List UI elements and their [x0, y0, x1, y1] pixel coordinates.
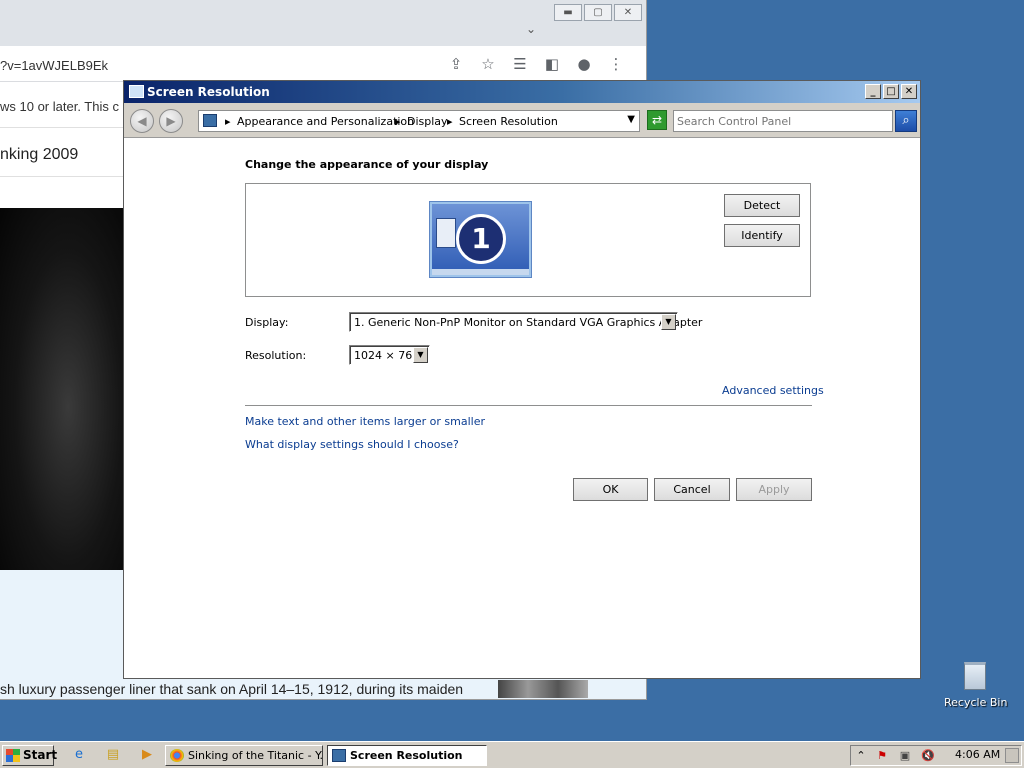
control-panel-icon [203, 114, 217, 127]
resolution-label: Resolution: [245, 349, 307, 362]
identify-button[interactable]: Identify [724, 224, 800, 247]
volume-muted-icon[interactable]: 🔇 [921, 748, 935, 763]
breadcrumb[interactable]: ▸ Appearance and Personalization ▸ Displ… [198, 110, 640, 132]
display-preview: 1 Detect Identify [245, 183, 811, 297]
infobar-text: ws 10 or later. This c [0, 99, 119, 114]
browser-url[interactable]: ?v=1avWJELB9Ek [0, 58, 108, 73]
window-titlebar[interactable]: Screen Resolution _ □ ✕ [124, 81, 920, 103]
taskbar: Start e ▤ ▶ Sinking of the Titanic - Y..… [0, 741, 1024, 768]
display-select[interactable]: 1. Generic Non-PnP Monitor on Standard V… [349, 312, 702, 332]
chevron-down-icon[interactable]: ▼ [627, 114, 635, 125]
resolution-select-value: 1024 × 768 [354, 349, 420, 362]
explorer-folder-icon[interactable]: ▤ [104, 747, 122, 763]
show-desktop-button[interactable] [1005, 748, 1019, 763]
screen-resolution-window: Screen Resolution _ □ ✕ ◀ ▶ ▸ Appearance… [123, 80, 921, 679]
monitor-taskbar-glyph [432, 269, 529, 275]
article-caption: sh luxury passenger liner that sank on A… [0, 681, 464, 697]
breadcrumb-separator[interactable]: ▸ [447, 115, 453, 128]
back-button[interactable]: ◀ [130, 109, 154, 133]
share-icon[interactable]: ⇪ [440, 55, 472, 73]
browser-maximize-button[interactable]: ▢ [584, 4, 612, 21]
detect-button[interactable]: Detect [724, 194, 800, 217]
chevron-down-icon[interactable]: ▼ [661, 314, 676, 330]
browser-tabstrip: ▬ ▢ ✕ ⌄ [0, 0, 646, 46]
video-title[interactable]: nking 2009 [0, 146, 78, 164]
breadcrumb-separator[interactable]: ▸ [225, 115, 231, 128]
ok-button[interactable]: OK [573, 478, 648, 501]
breadcrumb-item-appearance[interactable]: Appearance and Personalization [237, 115, 414, 128]
monitor-number: 1 [456, 214, 506, 264]
forward-button[interactable]: ▶ [159, 109, 183, 133]
chevron-up-icon[interactable]: ⌃ [854, 748, 868, 763]
media-player-icon[interactable]: ▶ [138, 747, 156, 763]
divider [245, 405, 812, 406]
browser-window-controls: ▬ ▢ ✕ [552, 4, 642, 21]
start-label: Start [23, 748, 58, 762]
media-queue-icon[interactable]: ☰ [504, 55, 536, 73]
monitor-icon[interactable]: 1 [430, 202, 531, 277]
breadcrumb-item-screen-resolution[interactable]: Screen Resolution [459, 115, 558, 128]
taskbar-item-label: Screen Resolution [350, 749, 463, 762]
more-menu-icon[interactable]: ⋮ [600, 55, 632, 73]
display-help-link[interactable]: What display settings should I choose? [245, 438, 459, 451]
video-player[interactable] [0, 208, 124, 570]
control-panel-icon [129, 85, 144, 98]
action-center-icon[interactable]: ⚑ [875, 748, 889, 763]
breadcrumb-item-display[interactable]: Display [407, 115, 448, 128]
recycle-bin-label: Recycle Bin [944, 696, 1008, 709]
maximize-button[interactable]: □ [883, 84, 899, 99]
taskbar-item-browser[interactable]: Sinking of the Titanic - Y... [165, 745, 323, 766]
search-field[interactable] [673, 110, 893, 132]
start-button[interactable]: Start [2, 745, 58, 766]
profile-avatar-icon[interactable]: ● [568, 55, 600, 73]
system-tray: ⌃ ⚑ ▣ 🔇 4:06 AM [850, 745, 1022, 766]
chevron-down-icon[interactable]: ⌄ [526, 22, 536, 36]
trash-icon [964, 662, 986, 690]
window-title: Screen Resolution [147, 85, 270, 99]
text-size-link[interactable]: Make text and other items larger or smal… [245, 415, 485, 428]
advanced-settings-link[interactable]: Advanced settings [722, 384, 824, 397]
window-controls: _ □ ✕ [863, 84, 917, 99]
close-button[interactable]: ✕ [901, 84, 917, 99]
resolution-select[interactable]: 1024 × 768 ▼ [349, 345, 430, 365]
search-icon[interactable]: ⌕ [895, 110, 917, 132]
article-thumbnail[interactable] [498, 680, 588, 698]
taskbar-item-label: Sinking of the Titanic - Y... [188, 749, 323, 762]
network-icon[interactable]: ▣ [898, 748, 912, 763]
chrome-icon [170, 749, 184, 762]
apply-button[interactable]: Apply [736, 478, 812, 501]
search-input[interactable] [677, 113, 891, 129]
clock[interactable]: 4:06 AM [955, 748, 1000, 761]
browser-close-button[interactable]: ✕ [614, 4, 642, 21]
side-panel-icon[interactable]: ◧ [536, 55, 568, 73]
divider [0, 176, 124, 177]
refresh-icon[interactable]: ⇄ [647, 110, 667, 130]
browser-omnibox[interactable]: ?v=1avWJELB9Ek ⇪ ☆ ☰ ◧ ● ⋮ [0, 46, 646, 82]
recycle-bin-icon[interactable]: Recycle Bin [944, 660, 1008, 709]
bookmark-star-icon[interactable]: ☆ [472, 55, 504, 73]
browser-minimize-button[interactable]: ▬ [554, 4, 582, 21]
browser-toolbar: ⇪ ☆ ☰ ◧ ● ⋮ [440, 55, 632, 73]
internet-explorer-icon[interactable]: e [70, 747, 88, 763]
windows-logo-icon [6, 749, 20, 762]
address-bar: ◀ ▶ ▸ Appearance and Personalization ▸ D… [124, 103, 920, 138]
monitor-window-glyph [436, 218, 456, 248]
display-select-value: 1. Generic Non-PnP Monitor on Standard V… [354, 316, 703, 329]
chevron-down-icon[interactable]: ▼ [413, 347, 428, 363]
control-panel-icon [332, 749, 346, 762]
breadcrumb-separator[interactable]: ▸ [395, 115, 401, 128]
cancel-button[interactable]: Cancel [654, 478, 730, 501]
taskbar-item-screen-resolution[interactable]: Screen Resolution [327, 745, 487, 766]
page-title: Change the appearance of your display [245, 158, 489, 171]
minimize-button[interactable]: _ [865, 84, 881, 99]
display-label: Display: [245, 316, 289, 329]
